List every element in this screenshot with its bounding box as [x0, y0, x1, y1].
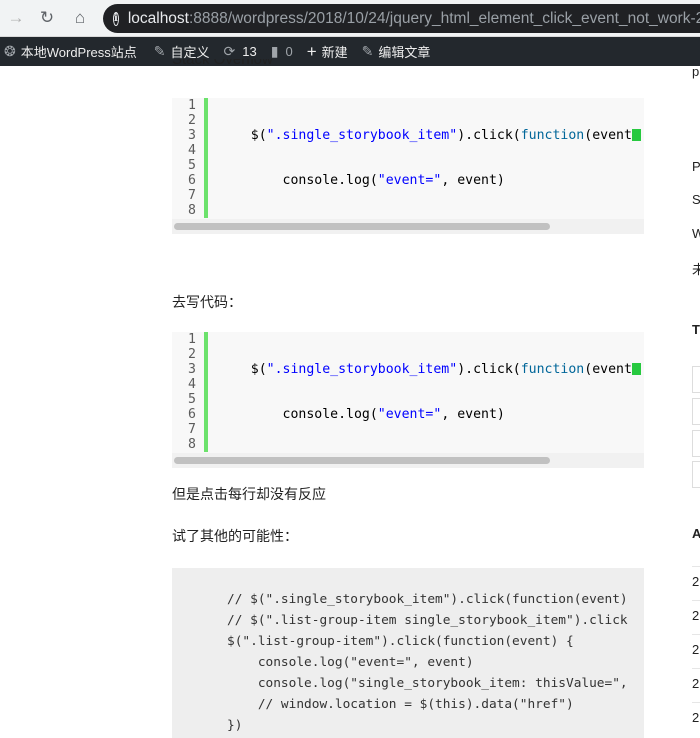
info-icon[interactable]: i	[113, 11, 119, 26]
sidebar-text: S	[692, 192, 700, 207]
address-bar[interactable]: i localhost:8888/wordpress/2018/10/24/jq…	[103, 4, 700, 33]
plus-icon: +	[306, 41, 317, 61]
paragraph: 去写代码：	[172, 294, 242, 310]
code-text[interactable]: $(".single_storybook_item").click(functi…	[219, 332, 644, 468]
paragraph: 但是点击每行却没有反应	[172, 486, 326, 502]
new-content-menu[interactable]: + 新建	[300, 37, 355, 66]
home-icon[interactable]: ⌂	[70, 8, 90, 28]
sidebar-text: p	[692, 64, 700, 79]
line-numbers: 1 2 3 4 5 6 7 8	[172, 98, 208, 218]
code-line: console.log("event=", event)	[219, 407, 505, 422]
code-line: $(".single_storybook_item").click(functi…	[219, 128, 644, 143]
horizontal-scrollbar[interactable]	[172, 219, 644, 234]
line-number: 4	[188, 143, 196, 158]
line-number: 5	[188, 392, 196, 407]
sidebar-divider	[692, 634, 700, 635]
line-number: 3	[188, 128, 196, 143]
site-name-menu[interactable]: ❂ 本地WordPress站点	[0, 37, 144, 66]
brush-icon: ✎	[153, 43, 166, 59]
sidebar-tag-box[interactable]	[692, 461, 700, 488]
line-number: 2	[188, 113, 196, 128]
line-number: 6	[188, 407, 196, 422]
code-line: console.log("event=", event)	[219, 173, 505, 188]
line-number: 1	[188, 98, 196, 113]
code-block: 1 2 3 4 5 6 7 8 $(".single_storybook_ite…	[172, 98, 644, 234]
stack-overflow-link[interactable]: Stack Overflow	[172, 59, 273, 67]
pre-line: console.log("single_storybook_item: this…	[227, 676, 628, 691]
sidebar-heading: T	[692, 322, 700, 337]
forward-arrow-icon[interactable]: →	[6, 8, 26, 28]
sidebar-item[interactable]: 2	[692, 574, 700, 589]
sidebar-item[interactable]: 2	[692, 642, 700, 657]
sidebar-text: W	[692, 226, 700, 241]
new-label: 新建	[321, 45, 348, 60]
line-number: 8	[188, 437, 196, 452]
line-number: 2	[188, 347, 196, 362]
paragraph: 试了其他的可能性：	[172, 528, 298, 544]
sidebar-tag-box[interactable]	[692, 430, 700, 457]
line-number: 1	[188, 332, 196, 347]
updates-count: 13	[242, 44, 257, 59]
horizontal-scrollbar[interactable]	[172, 453, 644, 468]
sidebar-divider	[692, 702, 700, 703]
pre-line: $(".list-group-item").click(function(eve…	[227, 634, 574, 649]
url-host: localhost	[127, 9, 189, 27]
wp-admin-bar: ❂ 本地WordPress站点 ✎ 自定义 ⟳ 13 ▮ 0 + 新建 ✎ 编辑…	[0, 37, 700, 66]
pre-code-block[interactable]: // $(".single_storybook_item").click(fun…	[172, 568, 644, 738]
line-number: 5	[188, 158, 196, 173]
line-number: 7	[188, 188, 196, 203]
edit-label: 编辑文章	[378, 45, 431, 60]
sidebar-item[interactable]: 2	[692, 710, 700, 725]
dashboard-icon: ❂	[4, 43, 16, 59]
pre-line: // $(".single_storybook_item").click(fun…	[227, 592, 628, 607]
comments-count: 0	[285, 44, 293, 59]
sidebar-tag-box[interactable]	[692, 398, 700, 425]
line-number: 7	[188, 422, 196, 437]
line-number: 6	[188, 173, 196, 188]
pre-line: console.log("event=", event)	[227, 655, 474, 670]
sidebar-text: 未	[692, 262, 700, 277]
sidebar-item[interactable]: 2	[692, 608, 700, 623]
code-text[interactable]: $(".single_storybook_item").click(functi…	[219, 98, 644, 234]
site-name: 本地WordPress站点	[20, 45, 137, 60]
edit-post-link[interactable]: ✎ 编辑文章	[355, 37, 438, 66]
line-number: 3	[188, 362, 196, 377]
code-line: $(".single_storybook_item").click(functi…	[219, 362, 644, 377]
line-number: 4	[188, 377, 196, 392]
scrollbar-thumb[interactable]	[174, 457, 550, 464]
pre-line: // window.location = $(this).data("href"…	[227, 697, 574, 712]
sidebar-tag-box[interactable]	[692, 366, 700, 393]
sidebar-heading: A	[692, 526, 700, 541]
sidebar-item[interactable]: 2	[692, 676, 700, 691]
sidebar-divider	[692, 600, 700, 601]
pre-line: // $(".list-group-item single_storybook_…	[227, 613, 628, 628]
reload-icon[interactable]: ↻	[37, 8, 57, 28]
sidebar-divider	[692, 668, 700, 669]
pencil-icon: ✎	[361, 43, 374, 59]
line-numbers: 1 2 3 4 5 6 7 8	[172, 332, 208, 452]
updates-icon: ⟳	[223, 43, 236, 59]
line-number: 8	[188, 203, 196, 218]
comment-icon: ▮	[270, 43, 279, 59]
sidebar-divider	[692, 566, 700, 567]
code-block: 1 2 3 4 5 6 7 8 $(".single_storybook_ite…	[172, 332, 644, 468]
sidebar-text: P	[692, 159, 700, 174]
url-path: :8888/wordpress/2018/10/24/jquery_html_e…	[189, 9, 700, 27]
browser-toolbar: → ↻ ⌂ i localhost:8888/wordpress/2018/10…	[0, 0, 700, 37]
scrollbar-thumb[interactable]	[174, 223, 550, 230]
